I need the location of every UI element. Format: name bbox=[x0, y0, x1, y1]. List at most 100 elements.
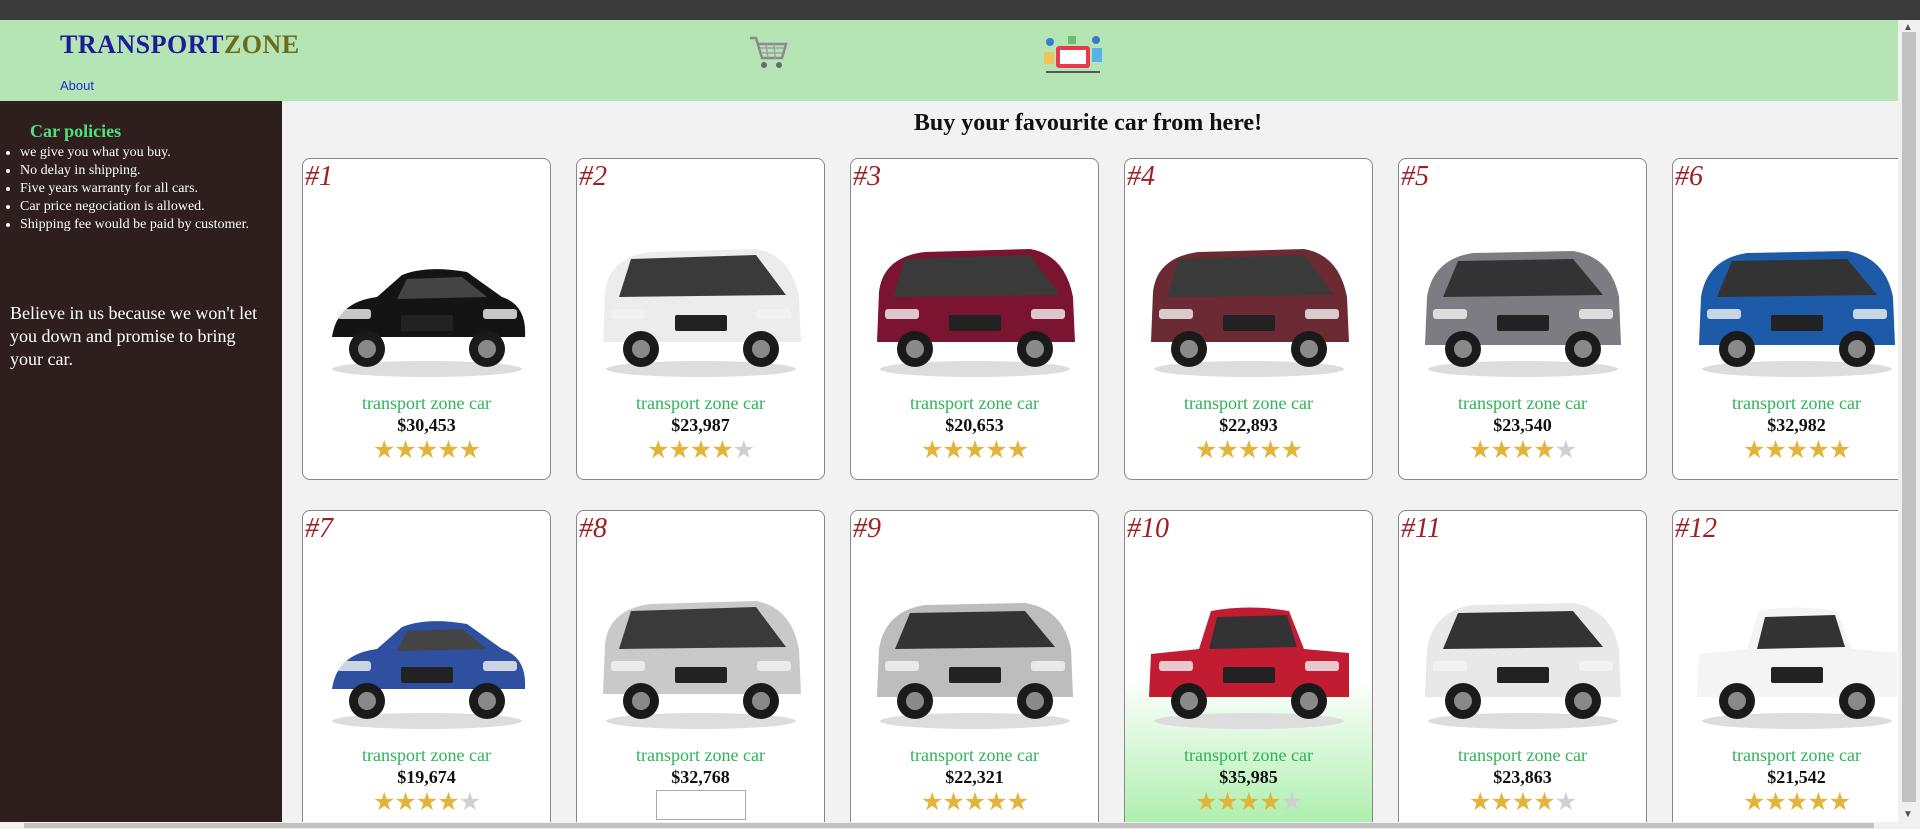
car-rank: #1 bbox=[305, 161, 333, 192]
horizontal-scroll-thumb[interactable] bbox=[24, 823, 1874, 828]
star-icon: ★ bbox=[1554, 789, 1577, 816]
car-card[interactable]: #8 transport zone car $32,768 bbox=[576, 510, 825, 822]
horizontal-scrollbar[interactable] bbox=[0, 822, 1920, 829]
car-image[interactable] bbox=[1139, 549, 1359, 739]
star-icon: ★ bbox=[458, 437, 481, 464]
rating-stars: ★★★★★ bbox=[1399, 790, 1646, 816]
star-icon: ★ bbox=[942, 437, 964, 464]
car-rank: #2 bbox=[579, 161, 607, 192]
star-icon: ★ bbox=[1468, 437, 1491, 464]
car-card[interactable]: #11 transport zone car $23,863 ★★★★★ bbox=[1398, 510, 1647, 822]
star-icon: ★ bbox=[1490, 789, 1512, 816]
car-image[interactable] bbox=[591, 197, 811, 387]
car-name: transport zone car bbox=[362, 393, 491, 413]
car-image[interactable] bbox=[1687, 549, 1898, 739]
car-image[interactable] bbox=[865, 197, 1085, 387]
star-icon: ★ bbox=[1742, 789, 1765, 816]
car-image[interactable] bbox=[1413, 197, 1633, 387]
car-card[interactable]: #7 transport zone car $19,674 ★★★★★ bbox=[302, 510, 551, 822]
car-image[interactable] bbox=[865, 549, 1085, 739]
star-icon: ★ bbox=[1490, 437, 1512, 464]
sidebar: Car policies we give you what you buy. N… bbox=[0, 101, 282, 822]
car-name: transport zone car bbox=[1184, 393, 1313, 413]
star-icon: ★ bbox=[437, 437, 459, 464]
car-name: transport zone car bbox=[362, 745, 491, 765]
rating-stars: ★★★★★ bbox=[303, 438, 550, 464]
star-icon: ★ bbox=[1259, 789, 1281, 816]
car-name: transport zone car bbox=[636, 745, 765, 765]
car-card[interactable]: #4 transport zone car $22,893 ★★★★★ bbox=[1124, 158, 1373, 480]
car-rank: #9 bbox=[853, 513, 881, 544]
car-grid: #1 transport zone car $30,453 ★★★★★ #2 tran… bbox=[302, 158, 1898, 822]
rating-stars: ★★★★★ bbox=[851, 438, 1098, 464]
car-image[interactable] bbox=[1687, 197, 1898, 387]
star-icon: ★ bbox=[668, 437, 690, 464]
car-price: $20,653 bbox=[945, 415, 1004, 435]
rating-stars: ★★★★★ bbox=[577, 438, 824, 464]
car-rank: #10 bbox=[1127, 513, 1169, 544]
car-rank: #5 bbox=[1401, 161, 1429, 192]
star-icon: ★ bbox=[1216, 437, 1238, 464]
star-icon: ★ bbox=[985, 789, 1007, 816]
car-card[interactable]: #5 transport zone car $23,540 ★★★★★ bbox=[1398, 158, 1647, 480]
car-name: transport zone car bbox=[910, 393, 1039, 413]
car-rank: #4 bbox=[1127, 161, 1155, 192]
site-logo[interactable]: TRANSPORTZONE bbox=[60, 30, 300, 60]
star-icon: ★ bbox=[1511, 789, 1534, 816]
car-card[interactable]: #6 transport zone car $32,982 ★★★★★ bbox=[1672, 158, 1898, 480]
car-card[interactable]: #12 transport zone car $21,542 ★★★★★ bbox=[1672, 510, 1898, 822]
star-icon: ★ bbox=[394, 789, 416, 816]
vertical-scroll-thumb[interactable] bbox=[1902, 32, 1916, 802]
star-icon: ★ bbox=[942, 789, 964, 816]
car-image[interactable] bbox=[317, 197, 537, 387]
star-icon: ★ bbox=[1237, 437, 1260, 464]
car-name: transport zone car bbox=[1458, 393, 1587, 413]
star-icon: ★ bbox=[1807, 789, 1829, 816]
logo-part-zone: ZONE bbox=[223, 30, 300, 59]
star-icon: ★ bbox=[963, 789, 986, 816]
car-image[interactable] bbox=[591, 549, 811, 739]
star-icon: ★ bbox=[1807, 437, 1829, 464]
car-image[interactable] bbox=[1413, 549, 1633, 739]
car-price: $30,453 bbox=[397, 415, 456, 435]
car-card[interactable]: #10 transport zone car $35,985 ★★★★★ bbox=[1124, 510, 1373, 822]
star-icon: ★ bbox=[920, 437, 943, 464]
policy-list: we give you what you buy. No delay in sh… bbox=[20, 144, 270, 234]
car-image[interactable] bbox=[1139, 197, 1359, 387]
car-card[interactable]: #9 transport zone car $22,321 ★★★★★ bbox=[850, 510, 1099, 822]
star-icon: ★ bbox=[1533, 437, 1555, 464]
star-icon: ★ bbox=[732, 437, 755, 464]
star-icon: ★ bbox=[458, 789, 481, 816]
star-icon: ★ bbox=[1828, 437, 1851, 464]
car-card[interactable]: #3 transport zone car $20,653 ★★★★★ bbox=[850, 158, 1099, 480]
car-rank: #12 bbox=[1675, 513, 1717, 544]
car-price: $23,987 bbox=[671, 415, 730, 435]
car-name: transport zone car bbox=[910, 745, 1039, 765]
star-icon: ★ bbox=[394, 437, 416, 464]
car-image[interactable] bbox=[317, 549, 537, 739]
about-link[interactable]: About bbox=[60, 78, 94, 93]
star-icon: ★ bbox=[415, 789, 438, 816]
policy-item: Car price negociation is allowed. bbox=[20, 198, 270, 216]
star-icon: ★ bbox=[711, 437, 733, 464]
vertical-scrollbar[interactable]: ▲ ▼ bbox=[1898, 20, 1920, 822]
logo-part-transport: TRANSPORT bbox=[60, 30, 224, 59]
star-icon: ★ bbox=[1280, 789, 1303, 816]
star-icon: ★ bbox=[1764, 789, 1786, 816]
car-card[interactable]: #2 transport zone car $23,987 ★★★★★ bbox=[576, 158, 825, 480]
car-price: $32,982 bbox=[1767, 415, 1826, 435]
star-icon: ★ bbox=[1006, 437, 1029, 464]
rating-stars: ★★★★★ bbox=[1673, 438, 1898, 464]
scroll-down-arrow-icon[interactable]: ▼ bbox=[1903, 809, 1913, 820]
car-rank: #6 bbox=[1675, 161, 1703, 192]
rating-stars: ★★★★★ bbox=[1673, 790, 1898, 816]
car-price: $23,863 bbox=[1493, 767, 1552, 787]
star-icon: ★ bbox=[1764, 437, 1786, 464]
star-icon: ★ bbox=[415, 437, 438, 464]
page-title: Buy your favourite car from here! bbox=[913, 110, 1263, 136]
star-icon: ★ bbox=[1259, 437, 1281, 464]
car-price: $22,321 bbox=[945, 767, 1004, 787]
car-card[interactable]: #1 transport zone car $30,453 ★★★★★ bbox=[302, 158, 551, 480]
policy-item: No delay in shipping. bbox=[20, 162, 270, 180]
star-icon: ★ bbox=[1216, 789, 1238, 816]
